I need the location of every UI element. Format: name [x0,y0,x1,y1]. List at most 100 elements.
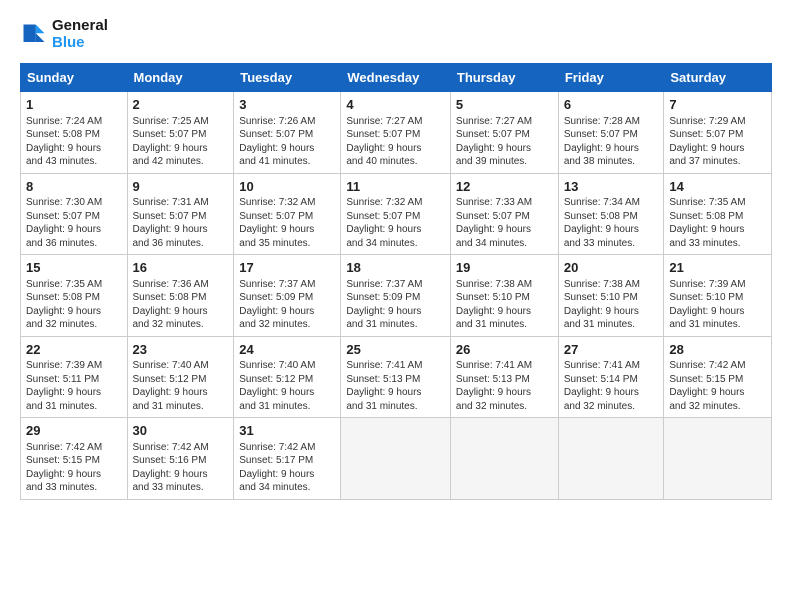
day-number: 26 [456,341,553,359]
day-info: Sunrise: 7:41 AM Sunset: 5:14 PM Dayligh… [564,359,659,413]
day-info: Sunrise: 7:38 AM Sunset: 5:10 PM Dayligh… [564,278,659,332]
day-number: 12 [456,178,553,196]
day-cell: 30Sunrise: 7:42 AM Sunset: 5:16 PM Dayli… [127,418,234,500]
day-number: 31 [239,422,335,440]
day-cell: 11Sunrise: 7:32 AM Sunset: 5:07 PM Dayli… [341,173,451,255]
day-number: 2 [133,96,229,114]
day-cell: 14Sunrise: 7:35 AM Sunset: 5:08 PM Dayli… [664,173,772,255]
day-number: 11 [346,178,445,196]
day-number: 13 [564,178,659,196]
day-info: Sunrise: 7:37 AM Sunset: 5:09 PM Dayligh… [346,278,445,332]
day-info: Sunrise: 7:24 AM Sunset: 5:08 PM Dayligh… [26,115,122,169]
day-cell: 27Sunrise: 7:41 AM Sunset: 5:14 PM Dayli… [558,336,664,418]
day-number: 28 [669,341,766,359]
day-cell: 31Sunrise: 7:42 AM Sunset: 5:17 PM Dayli… [234,418,341,500]
day-cell: 9Sunrise: 7:31 AM Sunset: 5:07 PM Daylig… [127,173,234,255]
day-cell: 10Sunrise: 7:32 AM Sunset: 5:07 PM Dayli… [234,173,341,255]
day-number: 5 [456,96,553,114]
header-cell-friday: Friday [558,64,664,92]
day-number: 6 [564,96,659,114]
day-cell: 17Sunrise: 7:37 AM Sunset: 5:09 PM Dayli… [234,255,341,337]
day-number: 22 [26,341,122,359]
day-cell: 12Sunrise: 7:33 AM Sunset: 5:07 PM Dayli… [450,173,558,255]
day-info: Sunrise: 7:39 AM Sunset: 5:11 PM Dayligh… [26,359,122,413]
header-cell-thursday: Thursday [450,64,558,92]
day-cell: 2Sunrise: 7:25 AM Sunset: 5:07 PM Daylig… [127,92,234,174]
calendar-table: SundayMondayTuesdayWednesdayThursdayFrid… [20,63,772,500]
day-number: 20 [564,259,659,277]
day-info: Sunrise: 7:34 AM Sunset: 5:08 PM Dayligh… [564,196,659,250]
day-number: 14 [669,178,766,196]
day-cell: 24Sunrise: 7:40 AM Sunset: 5:12 PM Dayli… [234,336,341,418]
day-info: Sunrise: 7:25 AM Sunset: 5:07 PM Dayligh… [133,115,229,169]
week-row-4: 29Sunrise: 7:42 AM Sunset: 5:15 PM Dayli… [21,418,772,500]
day-cell: 5Sunrise: 7:27 AM Sunset: 5:07 PM Daylig… [450,92,558,174]
day-info: Sunrise: 7:29 AM Sunset: 5:07 PM Dayligh… [669,115,766,169]
day-cell [450,418,558,500]
day-cell [341,418,451,500]
day-info: Sunrise: 7:42 AM Sunset: 5:16 PM Dayligh… [133,441,229,495]
header-cell-tuesday: Tuesday [234,64,341,92]
day-cell: 23Sunrise: 7:40 AM Sunset: 5:12 PM Dayli… [127,336,234,418]
day-info: Sunrise: 7:30 AM Sunset: 5:07 PM Dayligh… [26,196,122,250]
day-cell [664,418,772,500]
day-info: Sunrise: 7:28 AM Sunset: 5:07 PM Dayligh… [564,115,659,169]
day-info: Sunrise: 7:36 AM Sunset: 5:08 PM Dayligh… [133,278,229,332]
day-number: 27 [564,341,659,359]
day-cell: 3Sunrise: 7:26 AM Sunset: 5:07 PM Daylig… [234,92,341,174]
day-info: Sunrise: 7:40 AM Sunset: 5:12 PM Dayligh… [239,359,335,413]
day-cell: 15Sunrise: 7:35 AM Sunset: 5:08 PM Dayli… [21,255,128,337]
logo-icon [20,21,48,49]
day-info: Sunrise: 7:33 AM Sunset: 5:07 PM Dayligh… [456,196,553,250]
header-cell-wednesday: Wednesday [341,64,451,92]
day-number: 15 [26,259,122,277]
logo: General Blue [20,18,108,51]
week-row-3: 22Sunrise: 7:39 AM Sunset: 5:11 PM Dayli… [21,336,772,418]
day-info: Sunrise: 7:42 AM Sunset: 5:17 PM Dayligh… [239,441,335,495]
day-cell: 4Sunrise: 7:27 AM Sunset: 5:07 PM Daylig… [341,92,451,174]
day-cell: 29Sunrise: 7:42 AM Sunset: 5:15 PM Dayli… [21,418,128,500]
day-number: 1 [26,96,122,114]
week-row-2: 15Sunrise: 7:35 AM Sunset: 5:08 PM Dayli… [21,255,772,337]
day-cell: 16Sunrise: 7:36 AM Sunset: 5:08 PM Dayli… [127,255,234,337]
day-cell: 13Sunrise: 7:34 AM Sunset: 5:08 PM Dayli… [558,173,664,255]
day-info: Sunrise: 7:42 AM Sunset: 5:15 PM Dayligh… [26,441,122,495]
day-cell: 7Sunrise: 7:29 AM Sunset: 5:07 PM Daylig… [664,92,772,174]
day-info: Sunrise: 7:32 AM Sunset: 5:07 PM Dayligh… [239,196,335,250]
day-number: 30 [133,422,229,440]
week-row-0: 1Sunrise: 7:24 AM Sunset: 5:08 PM Daylig… [21,92,772,174]
day-cell: 25Sunrise: 7:41 AM Sunset: 5:13 PM Dayli… [341,336,451,418]
header: General Blue [20,18,772,51]
week-row-1: 8Sunrise: 7:30 AM Sunset: 5:07 PM Daylig… [21,173,772,255]
day-info: Sunrise: 7:40 AM Sunset: 5:12 PM Dayligh… [133,359,229,413]
day-cell: 6Sunrise: 7:28 AM Sunset: 5:07 PM Daylig… [558,92,664,174]
day-info: Sunrise: 7:27 AM Sunset: 5:07 PM Dayligh… [456,115,553,169]
day-info: Sunrise: 7:38 AM Sunset: 5:10 PM Dayligh… [456,278,553,332]
day-cell: 8Sunrise: 7:30 AM Sunset: 5:07 PM Daylig… [21,173,128,255]
day-number: 21 [669,259,766,277]
day-info: Sunrise: 7:35 AM Sunset: 5:08 PM Dayligh… [669,196,766,250]
day-info: Sunrise: 7:39 AM Sunset: 5:10 PM Dayligh… [669,278,766,332]
day-number: 8 [26,178,122,196]
day-number: 3 [239,96,335,114]
day-info: Sunrise: 7:37 AM Sunset: 5:09 PM Dayligh… [239,278,335,332]
day-info: Sunrise: 7:41 AM Sunset: 5:13 PM Dayligh… [346,359,445,413]
day-number: 24 [239,341,335,359]
page: General Blue SundayMondayTuesdayWednesda… [0,0,792,510]
day-cell: 28Sunrise: 7:42 AM Sunset: 5:15 PM Dayli… [664,336,772,418]
day-cell: 21Sunrise: 7:39 AM Sunset: 5:10 PM Dayli… [664,255,772,337]
day-number: 29 [26,422,122,440]
day-cell: 22Sunrise: 7:39 AM Sunset: 5:11 PM Dayli… [21,336,128,418]
day-info: Sunrise: 7:31 AM Sunset: 5:07 PM Dayligh… [133,196,229,250]
day-number: 25 [346,341,445,359]
header-cell-monday: Monday [127,64,234,92]
day-info: Sunrise: 7:42 AM Sunset: 5:15 PM Dayligh… [669,359,766,413]
header-cell-sunday: Sunday [21,64,128,92]
day-info: Sunrise: 7:27 AM Sunset: 5:07 PM Dayligh… [346,115,445,169]
day-number: 16 [133,259,229,277]
logo-text: General Blue [52,18,108,51]
day-cell: 20Sunrise: 7:38 AM Sunset: 5:10 PM Dayli… [558,255,664,337]
header-cell-saturday: Saturday [664,64,772,92]
day-number: 19 [456,259,553,277]
day-cell [558,418,664,500]
